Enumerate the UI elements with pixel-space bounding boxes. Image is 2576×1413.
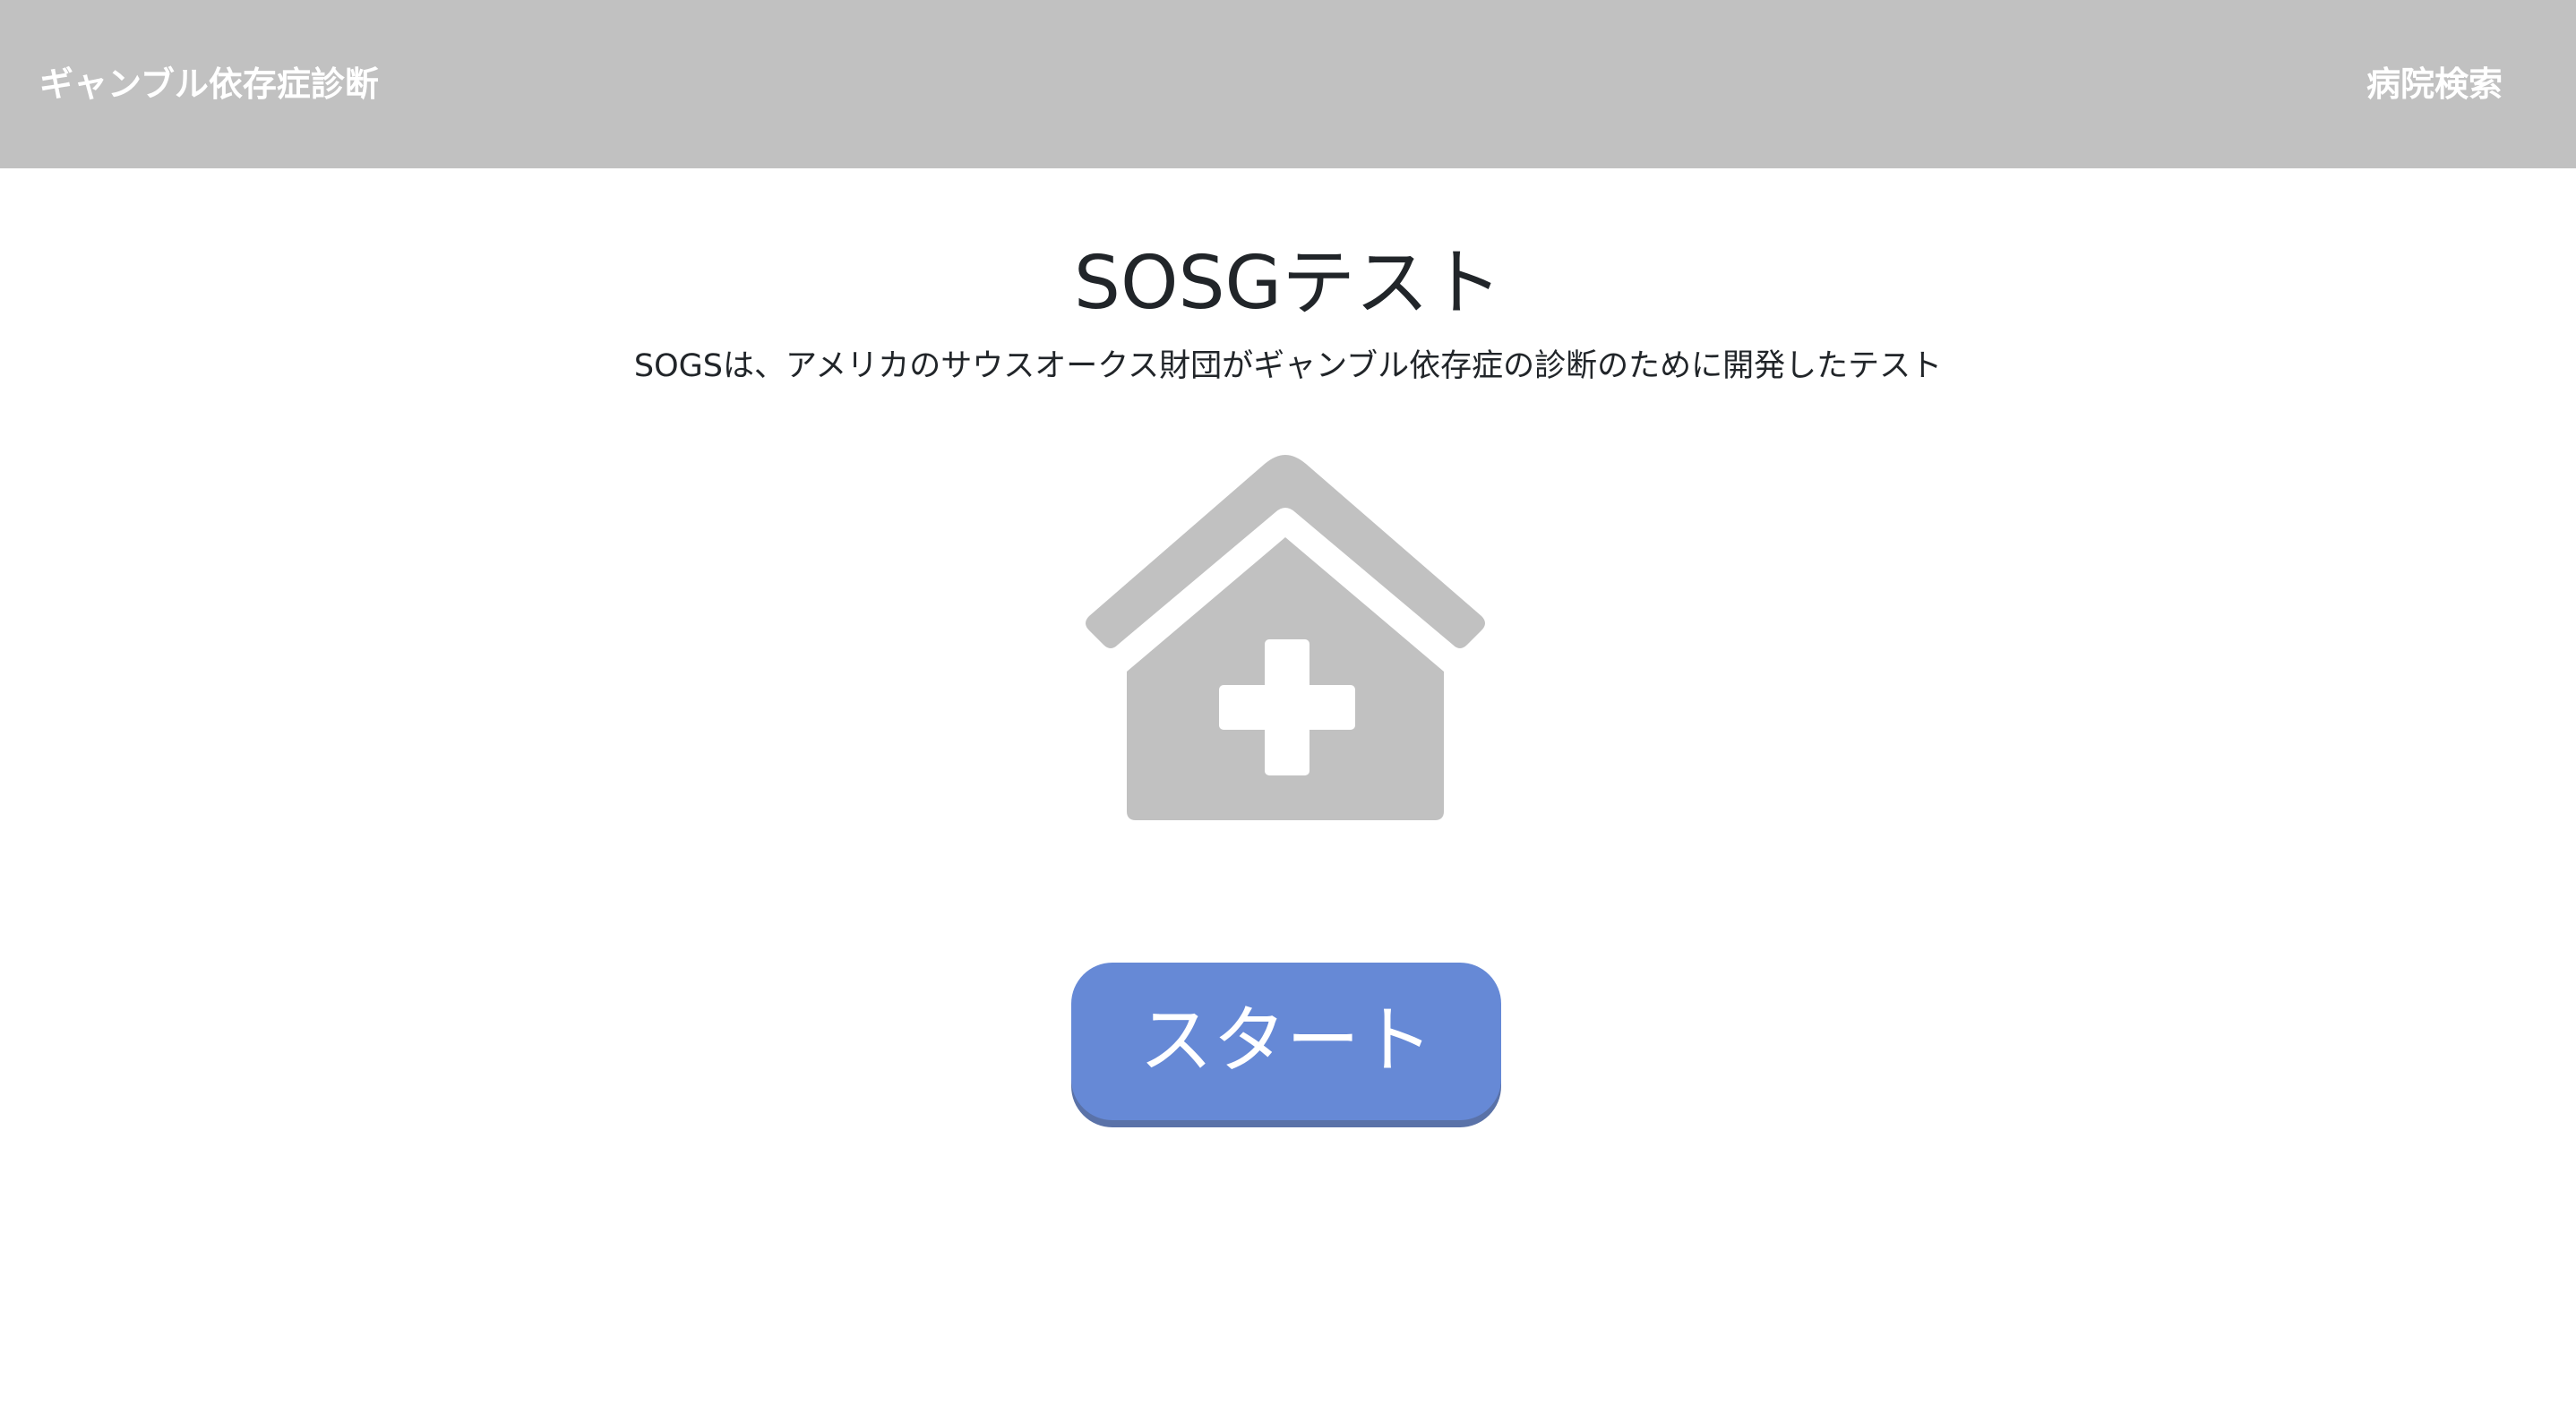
navbar: ギャンブル依存症診断 病院検索 [0, 0, 2576, 168]
hospital-search-link[interactable]: 病院検索 [2366, 0, 2503, 168]
page-title: SOSGテスト [1073, 241, 1503, 326]
page-description: SOGSは、アメリカのサウスオークス財団がギャンブル依存症の診断のために開発した… [633, 348, 1943, 384]
start-button[interactable]: スタート [1071, 963, 1501, 1120]
hospital-icon [1086, 455, 1485, 820]
brand-link[interactable]: ギャンブル依存症診断 [39, 0, 379, 168]
